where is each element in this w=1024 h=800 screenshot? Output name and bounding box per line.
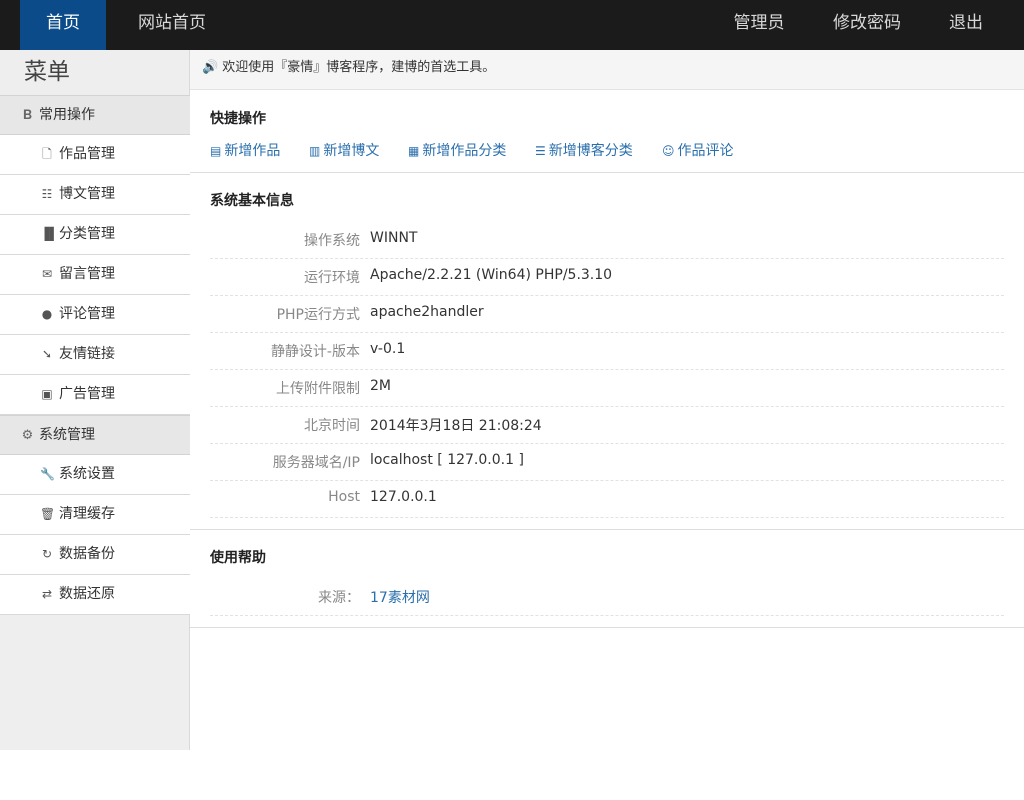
- sidebar-item-label: 广告管理: [59, 386, 115, 402]
- sidebar-title: 菜单: [24, 59, 70, 85]
- refresh-icon: ⇄: [41, 587, 53, 601]
- quick-link-new-work-category[interactable]: ▦ 新增作品分类: [408, 140, 506, 160]
- file-icon: 🗋: [42, 147, 52, 161]
- sidebar-item-ads[interactable]: ▣ 广告管理: [0, 375, 190, 415]
- info-row-beijing-time: 北京时间 2014年3月18日 21:08:24: [210, 407, 1004, 444]
- nav-admin[interactable]: 管理员: [718, 0, 800, 50]
- sidebar-item-works[interactable]: 🗋 作品管理: [0, 135, 190, 175]
- info-label: 上传附件限制: [276, 381, 360, 397]
- info-value: Apache/2.2.21 (Win64) PHP/5.3.10: [370, 267, 613, 283]
- books-icon: ▐▌: [40, 227, 59, 241]
- info-value: WINNT: [370, 230, 418, 246]
- sidebar-item-backup[interactable]: ↻ 数据备份: [0, 535, 190, 575]
- bold-b-icon: 𝐁: [22, 108, 33, 123]
- sidebar-item-label: 系统设置: [59, 466, 115, 482]
- info-row-os: 操作系统 WINNT: [210, 222, 1004, 259]
- list-box-icon: ▦: [408, 144, 420, 158]
- info-row-version: 静静设计-版本 v-0.1: [210, 333, 1004, 370]
- quick-link-label: 作品评论: [677, 143, 734, 159]
- info-value: 2014年3月18日 21:08:24: [370, 418, 542, 434]
- sidebar-item-restore[interactable]: ⇄ 数据还原: [0, 575, 190, 615]
- envelope-icon: ✉: [41, 267, 53, 281]
- divider: [190, 172, 1024, 173]
- divider: [190, 529, 1024, 530]
- comment-icon: ●: [41, 307, 53, 321]
- nav-change-password[interactable]: 修改密码: [820, 0, 914, 50]
- help-source-link[interactable]: 17素材网: [370, 587, 430, 607]
- sidebar-item-label: 分类管理: [59, 226, 115, 242]
- sidebar-item-label: 友情链接: [59, 346, 115, 362]
- sidebar-group-system[interactable]: ⚙ 系统管理: [0, 415, 190, 455]
- quick-link-new-blog-category[interactable]: ☰ 新增博客分类: [535, 140, 633, 160]
- list-document-icon: ▥: [309, 144, 321, 158]
- id-card-icon: ▤: [210, 144, 222, 158]
- info-label: PHP运行方式: [276, 307, 360, 323]
- sidebar-item-clear-cache[interactable]: 🗑 清理缓存: [0, 495, 190, 535]
- info-row-host: Host 127.0.0.1: [210, 481, 1004, 518]
- smile-icon: ☺: [662, 144, 675, 158]
- info-row-php-mode: PHP运行方式 apache2handler: [210, 296, 1004, 333]
- sidebar-item-label: 评论管理: [59, 306, 115, 322]
- info-label: 操作系统: [304, 233, 360, 249]
- sidebar-item-settings[interactable]: 🔧 系统设置: [0, 455, 190, 495]
- info-row-upload-limit: 上传附件限制 2M: [210, 370, 1004, 407]
- trash-icon: 🗑: [40, 507, 56, 521]
- quick-link-new-post[interactable]: ▥ 新增博文: [309, 140, 379, 160]
- sidebar-item-label: 留言管理: [59, 266, 115, 282]
- info-value: v-0.1: [370, 341, 406, 357]
- info-value: localhost [ 127.0.0.1 ]: [370, 452, 524, 468]
- welcome-bar: 🔊 欢迎使用『豪情』博客程序，建博的首选工具。: [190, 50, 1024, 90]
- speaker-icon: 🔊: [202, 60, 219, 75]
- info-row-env: 运行环境 Apache/2.2.21 (Win64) PHP/5.3.10: [210, 259, 1004, 296]
- nav-site-home[interactable]: 网站首页: [124, 0, 220, 50]
- sidebar-item-label: 博文管理: [59, 186, 115, 202]
- info-value: apache2handler: [370, 304, 484, 320]
- quick-link-label: 新增博文: [323, 143, 380, 159]
- sidebar-item-comments[interactable]: ● 评论管理: [0, 295, 190, 335]
- help-source-label: 来源：: [318, 590, 360, 606]
- top-navbar: 首页 网站首页 管理员 修改密码 退出: [0, 0, 1024, 50]
- wrench-icon: 🔧: [40, 467, 55, 481]
- quick-link-label: 新增博客分类: [548, 143, 633, 159]
- quick-link-work-comments[interactable]: ☺ 作品评论: [662, 140, 734, 160]
- sidebar-group-label: 常用操作: [39, 107, 95, 123]
- quick-actions-title: 快捷操作: [210, 111, 266, 127]
- info-label: Host: [328, 489, 360, 505]
- sidebar-item-label: 清理缓存: [59, 506, 115, 522]
- quick-link-label: 新增作品分类: [422, 143, 507, 159]
- info-row-server-ip: 服务器域名/IP localhost [ 127.0.0.1 ]: [210, 444, 1004, 481]
- document-icon: ☷: [41, 187, 53, 201]
- sidebar-item-categories[interactable]: ▐▌分类管理: [0, 215, 190, 255]
- help-title: 使用帮助: [210, 550, 266, 566]
- sidebar-item-label: 数据备份: [59, 546, 115, 562]
- repeat-icon: ↻: [41, 547, 53, 561]
- sidebar-item-label: 作品管理: [59, 146, 115, 162]
- sidebar-item-label: 数据还原: [59, 586, 115, 602]
- sidebar-item-messages[interactable]: ✉ 留言管理: [0, 255, 190, 295]
- info-label: 服务器域名/IP: [272, 455, 360, 471]
- sidebar: 菜单 𝐁 常用操作 🗋 作品管理 ☷ 博文管理 ▐▌分类管理 ✉ 留言管理 ● 评论管理 …: [0, 50, 190, 750]
- nav-logout[interactable]: 退出: [934, 0, 998, 50]
- info-value: 127.0.0.1: [370, 489, 437, 505]
- help-row-source: 来源： 17素材网: [210, 579, 1004, 616]
- sidebar-group-common[interactable]: 𝐁 常用操作: [0, 95, 190, 135]
- sidebar-item-posts[interactable]: ☷ 博文管理: [0, 175, 190, 215]
- picture-icon: ▣: [41, 387, 53, 401]
- welcome-text: 欢迎使用『豪情』博客程序，建博的首选工具。: [222, 60, 496, 75]
- nav-home[interactable]: 首页: [20, 0, 106, 50]
- sidebar-item-links[interactable]: ➘ 友情链接: [0, 335, 190, 375]
- quick-link-new-work[interactable]: ▤ 新增作品: [210, 140, 280, 160]
- info-label: 北京时间: [304, 418, 360, 434]
- divider: [190, 627, 1024, 628]
- quick-link-label: 新增作品: [224, 143, 281, 159]
- gear-icon: ⚙: [21, 428, 34, 443]
- sysinfo-title: 系统基本信息: [210, 193, 294, 209]
- info-value: 2M: [370, 378, 391, 394]
- info-label: 静静设计-版本: [270, 344, 360, 360]
- plug-icon: ➘: [41, 347, 53, 361]
- info-label: 运行环境: [304, 270, 360, 286]
- sidebar-group-label: 系统管理: [39, 427, 95, 443]
- align-justify-icon: ☰: [535, 144, 546, 158]
